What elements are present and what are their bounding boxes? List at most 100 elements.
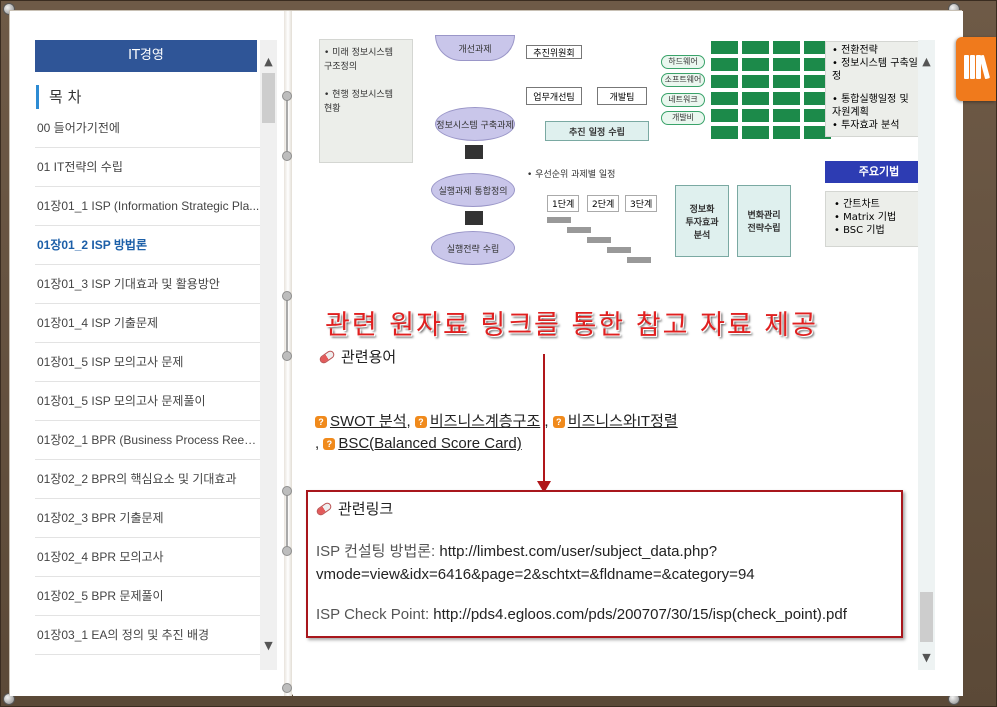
diagram-note: • 우선순위 과제별 일정 [527,170,616,180]
term-link[interactable]: BSC(Balanced Score Card) [338,435,521,452]
content-scrollbar[interactable]: ▲ ▼ [918,40,935,670]
toc-item[interactable]: 01장02_1 BPR (Business Process Reeng... [35,421,261,460]
matrix-cell [711,126,738,139]
term-link[interactable]: SWOT 분석 [330,413,407,430]
binding-ring [282,91,292,101]
content-page: • 미래 정보시스템 구조정의 • 현행 정보시스템 현황 개선과제 정보시스템… [293,11,963,696]
book-frame: IT경영 목 차 00 들어가기전에 01 IT전략의 수립 01장01_1 ISP… [0,0,997,707]
diagram-box: 정보화 투자효과 분석 [675,185,729,257]
toc-item[interactable]: 01장02_2 BPR의 핵심요소 및 기대효과 [35,460,261,499]
step-label: 1단계 [547,195,580,212]
matrix-cell [773,58,800,71]
binding-ring [286,491,288,551]
gantt-bar [587,237,611,243]
diagram-text: • 정보시스템 구축일정 [832,58,918,82]
matrix-cell [742,92,769,105]
toc-item[interactable]: 01장02_5 BPR 문제풀이 [35,577,261,616]
link-url-cont[interactable]: vmode=view&idx=6416&page=2&schtxt=&fldna… [316,566,755,583]
method-item: • 간트차트 [834,199,880,210]
toc-scroll-thumb[interactable] [262,73,275,123]
step-label: 3단계 [625,195,658,212]
content-scroll-thumb[interactable] [920,592,933,642]
toc-list: 00 들어가기전에 01 IT전략의 수립 01장01_1 ISP (Informa… [35,109,261,655]
link-label: ISP Check Point: [316,606,430,623]
scroll-up-icon[interactable]: ▲ [260,54,277,70]
matrix-cell [773,126,800,139]
toc-item[interactable]: 01장01_3 ISP 기대효과 및 활용방안 [35,265,261,304]
toc-item[interactable]: 01장01_2 ISP 방법론 [35,226,261,265]
related-terms-title: 관련용어 [341,348,397,366]
binding-ring [282,291,292,301]
matrix-cell [711,58,738,71]
binding-ring [282,351,292,361]
diagram-oval: 실행전략 수립 [431,231,515,265]
toc-scrollbar[interactable]: ▲ ▼ [260,40,277,670]
binding-ring [286,96,288,156]
matrix-cell [742,75,769,88]
methods-list: • 간트차트 • Matrix 기법 • BSC 기법 [825,191,933,247]
resource-pill: 네트워크 [661,93,705,107]
diagram-box: 변화관리 전략수립 [737,185,791,257]
diagram-oval: 개선과제 [435,35,515,61]
pill-icon [318,348,336,365]
methods-header: 주요기법 [825,161,933,183]
diagram-text: • 미래 정보시스템 [324,48,393,58]
question-icon: ? [315,416,327,429]
binding-ring [282,486,292,496]
library-tab[interactable] [956,37,996,101]
toc-item[interactable]: 01장01_4 ISP 기출문제 [35,304,261,343]
matrix-cell [773,109,800,122]
binding-ring [282,683,292,693]
link-url[interactable]: http://pds4.egloos.com/pds/200707/30/15/… [433,606,847,623]
headline: 관련 원자료 링크를 통한 참고 자료 제공 [325,310,818,341]
gantt-bar [567,227,591,233]
related-links-heading: 관련링크 [315,498,393,519]
book: IT경영 목 차 00 들어가기전에 01 IT전략의 수립 01장01_1 ISP… [9,10,963,696]
term-link[interactable]: 비즈니스계층구조 [430,413,540,430]
scroll-up-icon[interactable]: ▲ [918,54,935,70]
diagram-box: 추진 일정 수립 [545,121,649,141]
toc-item[interactable]: 01장02_4 BPR 모의고사 [35,538,261,577]
toc-item[interactable]: 01장01_5 ISP 모의고사 문제풀이 [35,382,261,421]
toc-item[interactable]: 01 IT전략의 수립 [35,148,261,187]
binding-ring [282,546,292,556]
matrix-cell [711,92,738,105]
toc-item[interactable]: 01장01_5 ISP 모의고사 문제 [35,343,261,382]
resource-pill: 하드웨어 [661,55,705,69]
toc-item[interactable]: 00 들어가기전에 [35,109,261,148]
related-link[interactable]: ISP Check Point: http://pds4.egloos.com/… [316,603,847,626]
toc-item[interactable]: 01장02_3 BPR 기출문제 [35,499,261,538]
matrix-cell [773,92,800,105]
related-links-box: 관련링크 ISP 컨설팅 방법론: http://limbest.com/use… [306,490,903,638]
matrix-cell [711,75,738,88]
matrix-cell [742,58,769,71]
matrix-cell [742,126,769,139]
binding-ring [286,296,288,356]
link-url[interactable]: http://limbest.com/user/subject_data.php… [439,543,717,560]
diagram-box: 추진위원회 [526,45,582,59]
related-link[interactable]: ISP 컨설팅 방법론: http://limbest.com/user/sub… [316,540,755,586]
matrix-cell [742,109,769,122]
toc-item[interactable]: 01장03_1 EA의 정의 및 추진 배경 [35,616,261,655]
term-link[interactable]: 비즈니스와IT정렬 [568,413,678,430]
diagram-text: 현황 [324,104,341,114]
binding-ring [282,151,292,161]
diagram-text: • 현행 정보시스템 [324,90,393,100]
related-terms-heading: 관련용어 [318,346,397,367]
resource-pill: 개발비 [661,111,705,125]
isp-methodology-diagram: • 미래 정보시스템 구조정의 • 현행 정보시스템 현황 개선과제 정보시스템… [313,11,933,271]
gantt-bar [627,257,651,263]
scroll-down-icon[interactable]: ▼ [918,650,935,666]
method-item: • BSC 기법 [834,225,885,236]
matrix-cell [742,41,769,54]
gantt-bar [607,247,631,253]
question-icon: ? [323,438,336,451]
matrix-cell [711,109,738,122]
matrix-cell [711,41,738,54]
matrix-cell [773,41,800,54]
books-icon [964,54,991,81]
toc-page: IT경영 목 차 00 들어가기전에 01 IT전략의 수립 01장01_1 ISP… [10,11,284,696]
toc-item[interactable]: 01장01_1 ISP (Information Strategic Pla..… [35,187,261,226]
scroll-down-icon[interactable]: ▼ [260,638,277,654]
diagram-right-panel: • 전환전략 • 정보시스템 구축일정 • 통합실행일정 및 자원계획 • 투자효과 … [825,41,933,137]
